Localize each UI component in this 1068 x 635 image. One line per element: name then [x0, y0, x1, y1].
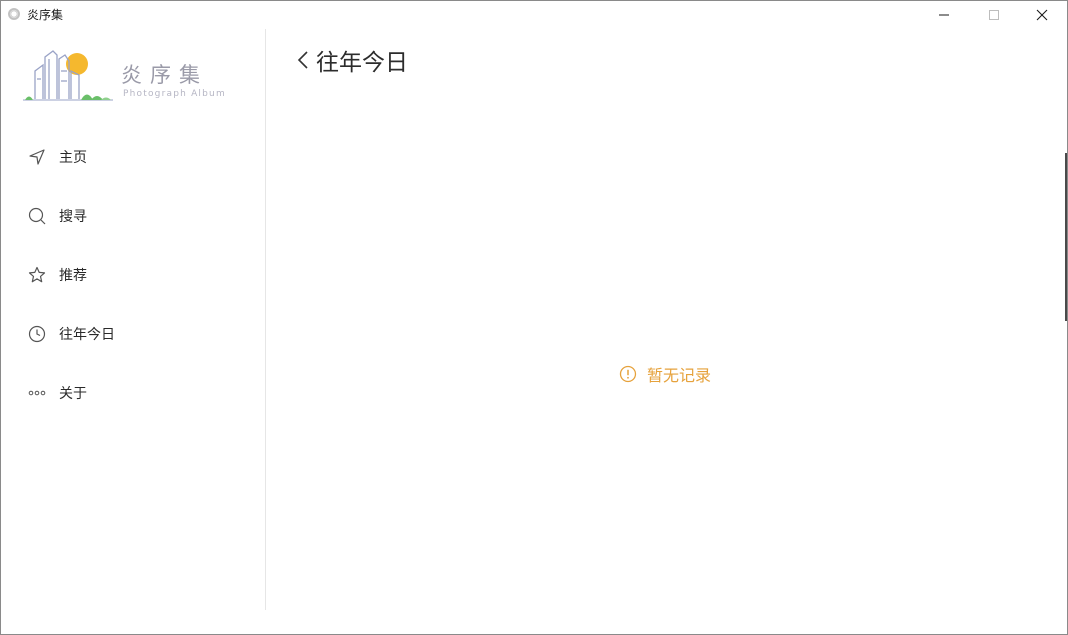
sidebar-nav: 主页 搜寻 推荐 往年今日 关于: [1, 127, 265, 422]
more-dots-icon: [28, 384, 46, 402]
sidebar-item-about[interactable]: 关于: [1, 363, 265, 422]
sidebar-item-label: 往年今日: [59, 326, 115, 343]
sidebar-item-label: 关于: [59, 385, 87, 402]
minimize-button[interactable]: [921, 1, 967, 29]
maximize-icon: [989, 10, 999, 20]
logo-graphic: [23, 50, 113, 101]
sidebar-item-label: 主页: [59, 149, 87, 166]
title-bar[interactable]: 炎序集: [1, 1, 1067, 29]
warning-circle-icon: [619, 365, 637, 383]
main-content: 往年今日 暂无记录: [266, 29, 1066, 633]
sidebar-item-label: 推荐: [59, 267, 87, 284]
empty-message: 暂无记录: [647, 366, 712, 385]
clock-icon: [28, 325, 46, 343]
page-title: 往年今日: [316, 50, 408, 76]
sidebar-item-home[interactable]: 主页: [1, 127, 265, 186]
close-button[interactable]: [1019, 1, 1065, 29]
close-icon: [1036, 9, 1048, 21]
back-button[interactable]: [294, 47, 312, 73]
maximize-button[interactable]: [971, 1, 1017, 29]
sidebar-item-history[interactable]: 往年今日: [1, 304, 265, 363]
app-logo[interactable]: 炎序集 Photograph Album: [21, 45, 246, 107]
logo-title: 炎序集: [121, 63, 208, 87]
app-icon: [8, 8, 20, 20]
sidebar: 炎序集 Photograph Album 主页 搜寻 推荐 往年今日 关于: [1, 29, 266, 610]
navigation-arrow-icon: [28, 148, 46, 166]
app-window: 炎序集 炎序集 Photograph Album 主页 搜寻 推荐 往年今日 关…: [0, 0, 1068, 635]
sidebar-item-recommend[interactable]: 推荐: [1, 245, 265, 304]
chevron-left-icon: [297, 51, 308, 69]
search-icon: [28, 207, 46, 225]
window-edge-scrollbar[interactable]: [1065, 153, 1067, 321]
logo-subtitle: Photograph Album: [123, 89, 226, 99]
window-title: 炎序集: [27, 8, 64, 22]
sidebar-item-search[interactable]: 搜寻: [1, 186, 265, 245]
minimize-icon: [939, 14, 949, 16]
sidebar-item-label: 搜寻: [59, 208, 87, 225]
page-header: 往年今日: [294, 43, 408, 77]
empty-state: 暂无记录: [619, 362, 711, 386]
star-icon: [28, 266, 46, 284]
